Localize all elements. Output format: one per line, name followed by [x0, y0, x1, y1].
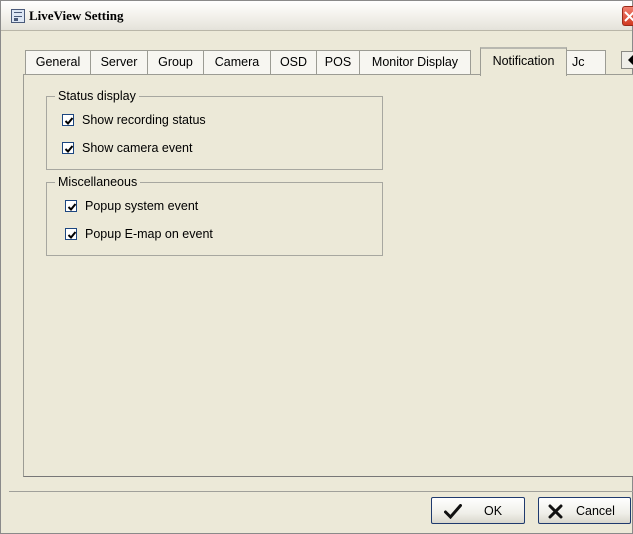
tab-jc[interactable]: Jc — [566, 50, 606, 74]
title-bar[interactable]: LiveView Setting — [1, 1, 633, 31]
status-display-title: Status display — [55, 89, 139, 103]
notification-panel: Status display Show recording status Sho… — [23, 74, 633, 477]
popup-system-event-label: Popup system event — [85, 199, 199, 213]
tab-general[interactable]: General — [25, 50, 91, 74]
show-recording-status-checkbox[interactable] — [62, 114, 74, 126]
checkmark-icon — [64, 117, 74, 125]
footer-divider — [9, 491, 633, 492]
window-title: LiveView Setting — [29, 8, 124, 23]
cancel-button[interactable]: Cancel — [538, 497, 631, 524]
window-icon — [11, 9, 25, 23]
checkmark-icon — [67, 231, 77, 239]
close-button[interactable] — [622, 6, 633, 26]
miscellaneous-group: Miscellaneous Popup system event Popup E… — [46, 175, 383, 256]
show-camera-event-checkbox[interactable] — [62, 142, 74, 154]
status-display-group: Status display Show recording status Sho… — [46, 89, 383, 170]
tab-server[interactable]: Server — [90, 50, 148, 74]
checkmark-icon — [67, 203, 77, 211]
tab-notification[interactable]: Notification — [480, 47, 567, 76]
tab-scroll-control — [621, 51, 633, 69]
ok-button-label: OK — [484, 504, 503, 518]
arrow-left-icon — [628, 55, 633, 65]
x-icon — [548, 504, 563, 519]
close-icon — [624, 11, 633, 22]
miscellaneous-title: Miscellaneous — [55, 175, 141, 189]
tab-osd[interactable]: OSD — [270, 50, 317, 74]
check-icon — [444, 504, 462, 519]
tab-group[interactable]: Group — [147, 50, 204, 74]
cancel-button-label: Cancel — [576, 504, 615, 518]
popup-emap-on-event-checkbox[interactable] — [65, 228, 77, 240]
tab-pos[interactable]: POS — [316, 50, 360, 74]
show-camera-event-label: Show camera event — [82, 141, 193, 155]
dialog-window: LiveView Setting General Server Group Ca… — [0, 0, 633, 534]
tab-scroll-left-button[interactable] — [622, 52, 633, 68]
tab-bar: General Server Group Camera OSD POS Moni… — [25, 47, 633, 76]
show-recording-status-label: Show recording status — [82, 113, 206, 127]
popup-system-event-checkbox[interactable] — [65, 200, 77, 212]
ok-button[interactable]: OK — [431, 497, 525, 524]
popup-emap-on-event-label: Popup E-map on event — [85, 227, 213, 241]
tab-camera[interactable]: Camera — [203, 50, 271, 74]
checkmark-icon — [64, 145, 74, 153]
tab-monitor-display[interactable]: Monitor Display — [359, 50, 471, 74]
